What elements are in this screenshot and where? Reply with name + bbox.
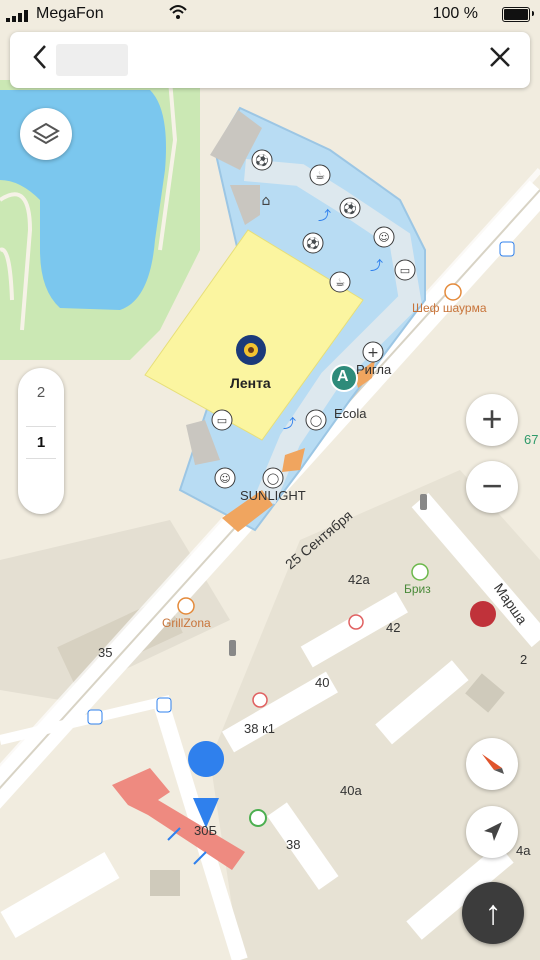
svg-text:☺: ☺ — [378, 231, 389, 244]
compass-icon — [482, 754, 504, 774]
chevron-left-icon — [33, 45, 46, 69]
house-40a: 40а — [340, 783, 362, 798]
layers-button[interactable] — [20, 108, 72, 160]
svg-text:⤴: ⤴ — [370, 259, 383, 274]
house-40: 40 — [315, 675, 330, 690]
svg-text:⤴: ⤴ — [283, 417, 296, 432]
sunlight-label[interactable]: SUNLIGHT — [240, 488, 306, 503]
battery-icon — [502, 7, 530, 22]
house-35: 35 — [98, 645, 113, 660]
svg-text:⚽: ⚽ — [305, 237, 320, 250]
search-bar[interactable] — [10, 32, 530, 88]
house-2: 2 — [520, 652, 528, 667]
zoom-in-button[interactable]: + — [466, 394, 518, 446]
house-42a: 42а — [348, 572, 370, 587]
compass-button[interactable] — [466, 738, 518, 790]
briz-label[interactable]: Бриз — [404, 582, 431, 596]
search-query-placeholder[interactable] — [56, 44, 128, 76]
layers-icon — [32, 122, 60, 145]
rigla-label[interactable]: Ригла — [356, 362, 391, 377]
entrance-marker-label: A — [337, 368, 349, 385]
svg-text:⤴: ⤴ — [318, 209, 331, 224]
svg-text:▭: ▭ — [400, 264, 410, 277]
house-67: 67 — [524, 432, 539, 447]
my-location-button[interactable] — [466, 806, 518, 858]
svg-text:☕: ☕ — [315, 169, 325, 182]
svg-text:◯: ◯ — [267, 472, 279, 485]
grillzona-label[interactable]: GrillZona — [162, 616, 211, 630]
svg-text:⚽: ⚽ — [254, 154, 269, 167]
minus-icon: − — [481, 465, 503, 506]
svg-text:☺: ☺ — [219, 472, 230, 485]
ecola-label[interactable]: Ecola — [334, 406, 367, 421]
svg-text:☕: ☕ — [335, 276, 345, 289]
battery-percent: 100 % — [432, 5, 478, 22]
house-38k1: 38 к1 — [244, 721, 275, 736]
floor-2-button[interactable]: 2 — [18, 384, 64, 401]
map-canvas[interactable]: ⚽ ☕ ⚽ ⚽ ☺ ▭ ☕ + ▭ ☺ ◯ ◯ ⤴ ⤴ ⤴ ⌂ — [0, 0, 540, 960]
carrier-name: MegaFon — [36, 5, 104, 22]
back-button[interactable] — [20, 42, 60, 78]
signal-icon — [6, 9, 32, 27]
status-bar: MegaFon 100 % — [0, 0, 540, 28]
close-icon — [490, 47, 510, 67]
location-pin[interactable] — [188, 741, 225, 777]
svg-text:⚽: ⚽ — [342, 202, 357, 215]
floor-switcher[interactable]: 2 1 — [18, 368, 64, 514]
close-button[interactable] — [482, 42, 518, 78]
svg-text:◯: ◯ — [310, 414, 322, 427]
svg-text:⌂: ⌂ — [262, 193, 271, 209]
plus-icon: + — [481, 398, 503, 439]
svg-text:+: + — [367, 345, 379, 361]
wifi-icon — [168, 4, 188, 25]
lenta-label[interactable]: Лента — [230, 375, 271, 391]
scroll-up-button[interactable]: ↑ — [462, 882, 524, 944]
house-4a: 4а — [516, 843, 531, 858]
floor-1-button[interactable]: 1 — [18, 434, 64, 451]
house-30b: 30Б — [194, 823, 217, 838]
house-42: 42 — [386, 620, 401, 635]
house-38: 38 — [286, 837, 301, 852]
zoom-out-button[interactable]: − — [466, 461, 518, 513]
svg-text:▭: ▭ — [217, 414, 227, 427]
arrow-up-icon: ↑ — [484, 894, 502, 932]
navigation-arrow-icon — [484, 822, 502, 841]
shef-shaurma-label[interactable]: Шеф шаурма — [412, 301, 487, 315]
